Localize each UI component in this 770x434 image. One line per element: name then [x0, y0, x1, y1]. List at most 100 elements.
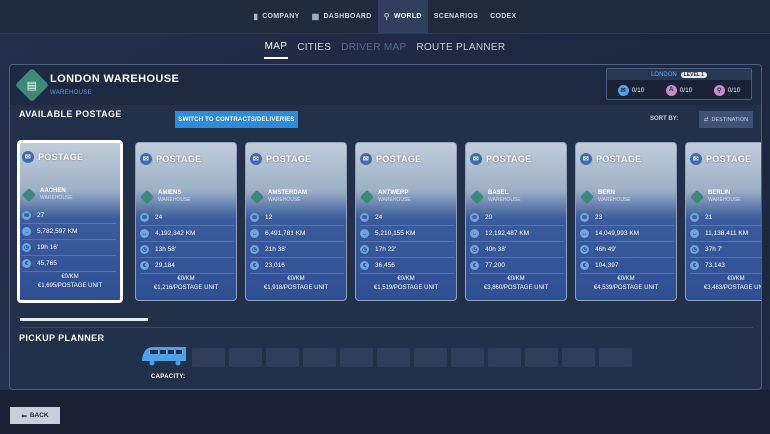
nav-scenarios[interactable]: SCENARIOS	[428, 0, 484, 33]
stat-money: €45,765	[22, 256, 116, 272]
destination-name: ANTWERP	[378, 190, 409, 196]
warehouse-subtitle: WAREHOUSE	[50, 90, 92, 96]
destination-type: WAREHOUSE	[488, 197, 521, 203]
postage-card[interactable]: ✉ POSTAGE BASEL WAREHOUSE ✉ 20 ↔ 12,192,487 KM ◷…	[465, 142, 567, 301]
postage-cards: ✉ POSTAGE AACHEN WAREHOUSE ✉ 27 ↔ 5,782,597 KM ◷…	[17, 140, 762, 305]
stat-count-value: 27	[37, 212, 45, 219]
sort-destination-button[interactable]: ⇄ DESTINATION	[699, 111, 753, 128]
clock-icon: ◷	[140, 245, 149, 254]
nav-dashboard[interactable]: ▦ DASHBOARD	[306, 0, 378, 33]
back-label: BACK	[29, 412, 49, 419]
card-stats: ✉ 23 ↔ 14,049,993 KM ◷ 46h 49' €104,397	[580, 210, 674, 274]
capacity-slot	[266, 348, 299, 367]
price-per-unit: €1,519/POSTAGE UNIT	[373, 285, 439, 291]
nav-company-label: COMPANY	[262, 13, 300, 20]
card-destination: BERLIN WAREHOUSE	[689, 189, 741, 204]
destination-name: BERLIN	[708, 190, 731, 196]
card-prices: €0/KM €1,519/POSTAGE UNIT	[356, 275, 456, 293]
nav-codex[interactable]: CODEX	[484, 0, 522, 33]
stat-time-value: 46h 49'	[595, 246, 617, 253]
stat-money-value: 45,765	[37, 260, 57, 267]
card-title: ✉ POSTAGE	[250, 153, 311, 165]
stat-count: ✉ 20	[470, 210, 564, 226]
stat-distance-value: 11,138,411 KM	[705, 230, 749, 237]
distance-arrows-icon: ↔	[360, 229, 369, 238]
postage-card[interactable]: ✉ POSTAGE BERLIN WAREHOUSE ✉ 21 ↔ 11,138,411 KM…	[685, 142, 762, 301]
location-stat-postage-value: 0/10	[631, 86, 645, 94]
switch-contracts-button[interactable]: SWITCH TO CONTRACTS/DELIVERIES	[175, 111, 298, 128]
card-prices: €0/KM €3,860/POSTAGE UNIT	[466, 275, 566, 293]
nav-company[interactable]: ▮ COMPANY	[248, 0, 306, 33]
distance-arrows-icon: ↔	[140, 229, 149, 238]
price-per-km: €0/KM	[287, 276, 305, 282]
stat-distance-value: 12,192,487 KM	[485, 230, 530, 237]
distance-arrows-icon: ↔	[580, 229, 589, 238]
stat-time: ◷ 46h 49'	[580, 242, 674, 258]
tab-cities[interactable]: CITIES	[296, 42, 332, 58]
stat-count: ✉ 24	[360, 210, 454, 226]
stat-money: €104,397	[580, 258, 674, 274]
stat-money: €73,143	[690, 258, 761, 274]
card-title: ✉ POSTAGE	[140, 153, 201, 165]
sort-icon: ⇄	[703, 116, 709, 123]
card-prices: €0/KM €4,539/POSTAGE UNIT	[576, 275, 676, 293]
mail-icon: ✉	[690, 213, 699, 222]
stat-time-value: 37h 7'	[705, 246, 723, 253]
stat-count: ✉ 21	[690, 210, 761, 226]
pickup-planner-label: PICKUP PLANNER	[19, 333, 105, 343]
destination-name: BERN	[598, 190, 616, 196]
price-per-unit: €1,216/POSTAGE UNIT	[153, 285, 219, 291]
euro-icon: €	[580, 261, 589, 270]
location-stat-pin-value: 0/10	[727, 86, 741, 94]
stat-time-value: 17h 22'	[375, 246, 397, 253]
price-per-km: €0/KM	[617, 276, 635, 282]
cards-scrollbar[interactable]	[20, 318, 148, 321]
postage-card[interactable]: ✉ POSTAGE BERN WAREHOUSE ✉ 23 ↔ 14,049,993 KM ◷ 4…	[575, 142, 677, 301]
stat-money: €77,200	[470, 258, 564, 274]
clock-icon: ◷	[22, 243, 31, 252]
price-per-unit: €3,860/POSTAGE UNIT	[483, 285, 549, 291]
stat-count-value: 12	[265, 214, 273, 221]
destination-name: AMSTERDAM	[268, 190, 307, 196]
card-title-label: POSTAGE	[596, 154, 642, 164]
stat-time: ◷ 17h 22'	[360, 242, 454, 258]
mail-icon: ✉	[250, 213, 259, 222]
postage-card[interactable]: ✉ POSTAGE ANTWERP WAREHOUSE ✉ 24 ↔ 5,210,155 KM…	[355, 142, 457, 301]
mail-icon: ✉	[250, 153, 262, 165]
price-per-unit: €3,483/POSTAGE UNIT	[703, 285, 762, 291]
postage-card[interactable]: ✉ POSTAGE AMSTERDAM WAREHOUSE ✉ 12 ↔ 6,491,781 …	[245, 142, 347, 301]
stat-count: ✉ 12	[250, 210, 344, 226]
back-button[interactable]: ⇐ BACK	[10, 407, 60, 424]
arrow-left-icon: ⇐	[21, 412, 27, 420]
tab-map[interactable]: MAP	[263, 41, 289, 59]
clock-icon: ◷	[250, 245, 259, 254]
mail-icon: ✉	[690, 153, 702, 165]
location-box: LONDON LEVEL 1 ✉ 0/10 A 0/10 ⚲ 0/10	[606, 68, 752, 100]
location-city: LONDON	[651, 71, 677, 78]
stat-time-value: 21h 38'	[265, 246, 287, 253]
top-nav: ▮ COMPANY ▦ DASHBOARD ⚲ WORLD SCENARIOS …	[0, 0, 770, 34]
price-per-km: €0/KM	[177, 276, 195, 282]
postage-card[interactable]: ✉ POSTAGE AACHEN WAREHOUSE ✉ 27 ↔ 5,782,597 KM ◷…	[17, 140, 123, 303]
card-stats: ✉ 21 ↔ 11,138,411 KM ◷ 37h 7' €73,143	[690, 210, 761, 274]
capacity-slots	[192, 348, 632, 367]
stat-count-value: 23	[595, 214, 603, 221]
card-title-label: POSTAGE	[38, 152, 84, 162]
tab-route-planner[interactable]: ROUTE PLANNER	[415, 42, 506, 58]
destination-type: WAREHOUSE	[708, 197, 741, 203]
nav-world[interactable]: ⚲ WORLD	[377, 0, 428, 33]
mail-icon: ✉	[140, 213, 149, 222]
stat-distance: ↔ 11,138,411 KM	[690, 226, 761, 242]
postage-card[interactable]: ✉ POSTAGE AMIENS WAREHOUSE ✉ 24 ↔ 4,192,342 KM ◷…	[135, 142, 237, 301]
capacity-slot	[377, 348, 410, 367]
card-prices: €0/KM €1,695/POSTAGE UNIT	[20, 273, 120, 291]
euro-icon: €	[22, 259, 31, 268]
warehouse-diamond-icon	[139, 189, 155, 204]
card-prices: €0/KM €1,918/POSTAGE UNIT	[246, 275, 346, 293]
stat-money: €29,184	[140, 258, 234, 274]
price-per-unit: €1,695/POSTAGE UNIT	[37, 283, 103, 289]
location-stat-pin: ⚲ 0/10	[713, 84, 741, 96]
price-per-km: €0/KM	[727, 276, 745, 282]
grid-icon: ▦	[311, 12, 320, 21]
destination-name: AMIENS	[158, 190, 182, 196]
